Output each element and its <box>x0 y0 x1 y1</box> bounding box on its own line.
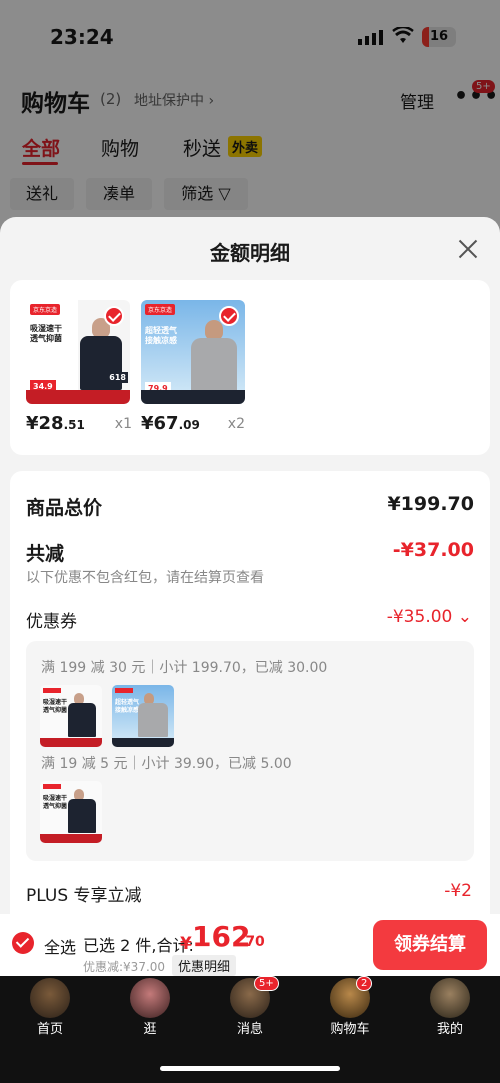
tab-label: 我的 <box>436 1022 463 1037</box>
discount-note: 以下优惠不包含红包，请在结算页查看 <box>26 570 264 586</box>
price-breakdown-card: 商品总价 ¥199.70 共减 -¥37.00 以下优惠不包含红包，请在结算页查… <box>10 471 490 941</box>
product-quantity: x2 <box>227 416 245 432</box>
product-item[interactable]: 京东京造 超轻透气 接触凉感 79.9 ¥67.09 x2 <box>141 300 245 434</box>
total-decimal: .70 <box>240 934 265 950</box>
home-indicator <box>160 1066 340 1071</box>
coupon-toggle[interactable]: -¥35.00 ⌄ <box>387 607 472 627</box>
home-avatar-icon <box>30 978 70 1018</box>
checkout-bar: 全选 已选 2 件,合计: ¥ 162 .70 优惠减:¥37.00 优惠明细 … <box>0 914 500 976</box>
coupon-product-thumb: 超轻透气 接触凉感 <box>112 685 174 747</box>
discount-label: 共减 <box>26 543 65 565</box>
checkout-button[interactable]: 领券结算 <box>373 920 487 970</box>
profile-avatar-icon <box>430 978 470 1018</box>
product-price: ¥67.09 <box>141 413 200 434</box>
selected-check-icon[interactable] <box>219 306 239 326</box>
product-item[interactable]: 京东京造 吸湿速干 透气抑菌 34.9 618 ¥28.51 x1 <box>26 300 132 434</box>
cart-badge: 2 <box>356 976 373 991</box>
tab-label: 首页 <box>36 1022 63 1037</box>
plus-discount-label: PLUS 专享立减 <box>26 886 142 906</box>
plus-discount-value: -¥2 <box>444 881 472 901</box>
discount-detail-button[interactable]: 优惠明细 <box>172 955 237 976</box>
select-all-label[interactable]: 全选 <box>44 934 76 958</box>
product-card: 京东京造 吸湿速干 透气抑菌 34.9 618 ¥28.51 x1 京东京造 超… <box>10 280 490 455</box>
tab-label: 逛 <box>143 1022 157 1037</box>
sheet-title: 金额明细 <box>210 241 290 265</box>
product-quantity: x1 <box>114 416 132 432</box>
product-image-tshirt: 京东京造 吸湿速干 透气抑菌 34.9 618 <box>26 300 130 404</box>
explore-avatar-icon <box>130 978 170 1018</box>
selected-check-icon[interactable] <box>104 306 124 326</box>
messages-badge: 5+ <box>254 976 279 991</box>
coupon-detail-box: 满 199 减 30 元｜小计 199.70，已减 30.00 吸湿速干 透气抑菌… <box>26 641 474 861</box>
tab-explore[interactable]: 逛 <box>100 976 200 1046</box>
total-label: 商品总价 <box>26 497 103 519</box>
tab-home[interactable]: 首页 <box>0 976 100 1046</box>
coupon-label: 优惠券 <box>26 612 77 632</box>
selected-count: 已选 2 件,合计: <box>83 936 194 955</box>
tab-profile[interactable]: 我的 <box>400 976 500 1046</box>
badge-618: 618 <box>107 372 128 383</box>
product-promo: 超轻透气 接触凉感 <box>145 326 177 345</box>
tab-cart[interactable]: 2 购物车 <box>300 976 400 1046</box>
product-promo: 吸湿速干 透气抑菌 <box>30 324 62 343</box>
select-all-check-icon[interactable] <box>12 932 34 954</box>
discount-summary: 优惠减:¥37.00 <box>83 960 166 974</box>
brand-logo: 京东京造 <box>30 304 61 315</box>
tab-messages[interactable]: 5+ 消息 <box>200 976 300 1046</box>
product-image-jacket: 京东京造 超轻透气 接触凉感 79.9 <box>141 300 245 404</box>
tab-label: 购物车 <box>330 1022 370 1037</box>
total-value: ¥199.70 <box>387 493 474 515</box>
tab-label: 消息 <box>236 1022 263 1037</box>
coupon-product-thumb: 吸湿速干 透气抑菌 <box>40 685 102 747</box>
coupon-rule: 满 19 减 5 元｜小计 39.90，已减 5.00 <box>41 756 292 772</box>
coupon-rule: 满 199 减 30 元｜小计 199.70，已减 30.00 <box>41 660 328 676</box>
close-icon[interactable] <box>458 239 478 259</box>
brand-logo: 京东京造 <box>145 304 176 315</box>
product-price: ¥28.51 <box>26 413 85 434</box>
coupon-product-thumb: 吸湿速干 透气抑菌 <box>40 781 102 843</box>
total-currency: ¥ <box>180 934 192 954</box>
discount-value: -¥37.00 <box>392 539 474 561</box>
